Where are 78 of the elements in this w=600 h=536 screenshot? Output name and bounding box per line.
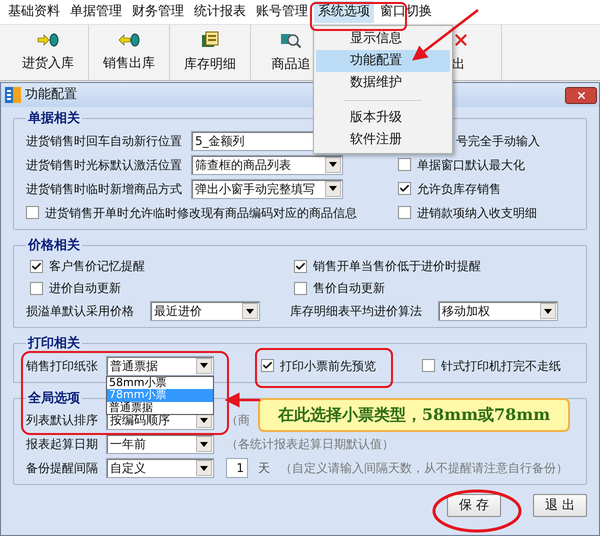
menu-item[interactable]: 基础资料 <box>4 1 64 23</box>
dialog-button[interactable]: 退 出 <box>533 494 587 517</box>
hint-text: （商 <box>226 412 250 429</box>
hint-text: （自定义请输入间隔天数，从不提醒请注意自行备份） <box>280 460 568 477</box>
checkbox-label: 允许负库存销售 <box>417 180 501 198</box>
hint-text: （各统计报表起算日期默认值） <box>226 436 394 453</box>
caret-icon <box>329 186 337 191</box>
unit-label: 天 <box>258 460 270 477</box>
caret-icon <box>200 418 208 422</box>
group-title: 全局选项 <box>27 390 81 408</box>
dropdown-field[interactable]: 自定义 <box>106 458 214 478</box>
dropdown-field[interactable]: 一年前 <box>106 434 214 454</box>
group-title: 价格相关 <box>26 236 81 254</box>
dialog-button[interactable]: 保 存 <box>447 494 501 517</box>
caret-icon <box>544 308 552 314</box>
close-button[interactable] <box>565 86 597 104</box>
field-label: 备份提醒间隔 <box>26 460 99 477</box>
checkbox[interactable] <box>294 282 307 294</box>
dropdown-field[interactable]: 弹出小窗手动完整填写 <box>191 178 343 198</box>
caret-icon <box>200 466 208 470</box>
field-label: 销售打印纸张 <box>26 358 99 374</box>
checkbox[interactable] <box>30 282 43 294</box>
dropdown-option[interactable]: 58mm小票 <box>107 376 213 389</box>
field-label: 列表默认排序 <box>26 412 99 429</box>
checkbox-label: 进销款项纳入收支明细 <box>417 204 537 222</box>
checkbox-label: 针式打印机打完不走纸 <box>441 358 561 374</box>
field-label: 损溢单默认采用价格 <box>26 303 135 320</box>
menu-entry[interactable]: 版本升级 <box>316 107 450 129</box>
field-label: 进货销售时临时新增商品方式 <box>26 180 183 198</box>
caret-icon <box>329 162 337 167</box>
group-title: 打印相关 <box>26 334 81 353</box>
menu-item[interactable]: 财务管理 <box>128 1 188 23</box>
caret-icon <box>246 308 254 314</box>
group-title: 单据相关 <box>27 110 81 128</box>
dropdown-field[interactable]: 最近进价 <box>150 301 260 321</box>
dropdown-field[interactable]: 筛查框的商品列表 <box>191 154 343 174</box>
checkbox[interactable] <box>398 206 411 219</box>
checkbox-label: 打印小票前先预览 <box>280 358 376 374</box>
pointer-arrow <box>224 392 260 408</box>
callout-note: 在此选择小票类型，58mm或78mm <box>258 398 570 432</box>
dropdown-field[interactable]: 移动加权 <box>438 301 558 321</box>
checkbox-label: 进货销售开单时允许临时修改现有商品编码对应的商品信息 <box>45 204 357 222</box>
checkbox-label: 售价自动更新 <box>313 280 385 297</box>
arrow-disk-icon <box>37 32 59 48</box>
arrow-disk-icon <box>118 32 140 48</box>
checkbox[interactable] <box>398 158 411 171</box>
checkbox[interactable] <box>294 260 307 272</box>
checkbox-label: 销售开单当售价低于进价时提醒 <box>313 258 481 275</box>
menu-item[interactable]: 单据管理 <box>66 1 126 23</box>
menu-item[interactable]: 统计报表 <box>190 1 250 23</box>
caret-icon <box>200 363 208 368</box>
checkbox[interactable] <box>261 359 274 372</box>
checkbox-label: 号完全手动输入 <box>455 132 540 150</box>
checkbox-label: 单据窗口默认最大化 <box>417 156 525 174</box>
field-label: 库存明细表平均进价算法 <box>290 303 423 320</box>
field-label: 进货销售时光标默认激活位置 <box>26 156 183 174</box>
caret-icon <box>200 442 208 446</box>
checkbox[interactable] <box>422 359 435 372</box>
checkbox-label: 客户售价记忆提醒 <box>49 258 145 275</box>
dropdown-field[interactable]: 普通票据 <box>106 356 214 376</box>
field-label: 进货销售时回车自动新行位置 <box>26 132 183 150</box>
checkbox[interactable] <box>30 260 43 272</box>
toolbar-button[interactable]: 进货入库 <box>8 25 89 80</box>
menu-item[interactable]: 窗口切换 <box>376 1 436 23</box>
toolbar-button[interactable]: 销售出库 <box>89 25 170 80</box>
number-field[interactable]: 1 <box>226 458 248 478</box>
field-label: 报表起算日期 <box>26 436 99 453</box>
ledger-icon <box>200 30 220 49</box>
close-icon <box>576 90 586 100</box>
menu-entry[interactable]: 功能配置 <box>316 50 450 72</box>
app-logo-icon <box>5 87 21 103</box>
checkbox-label: 进价自动更新 <box>49 280 121 297</box>
menu-item[interactable]: 系统选项 <box>314 1 374 23</box>
checkbox[interactable] <box>398 182 411 195</box>
menu-item[interactable]: 账号管理 <box>252 1 312 23</box>
toolbar-button[interactable]: 库存明细 <box>170 25 251 80</box>
window-title: 功能配置 <box>25 86 77 104</box>
checkbox[interactable] <box>26 206 39 219</box>
